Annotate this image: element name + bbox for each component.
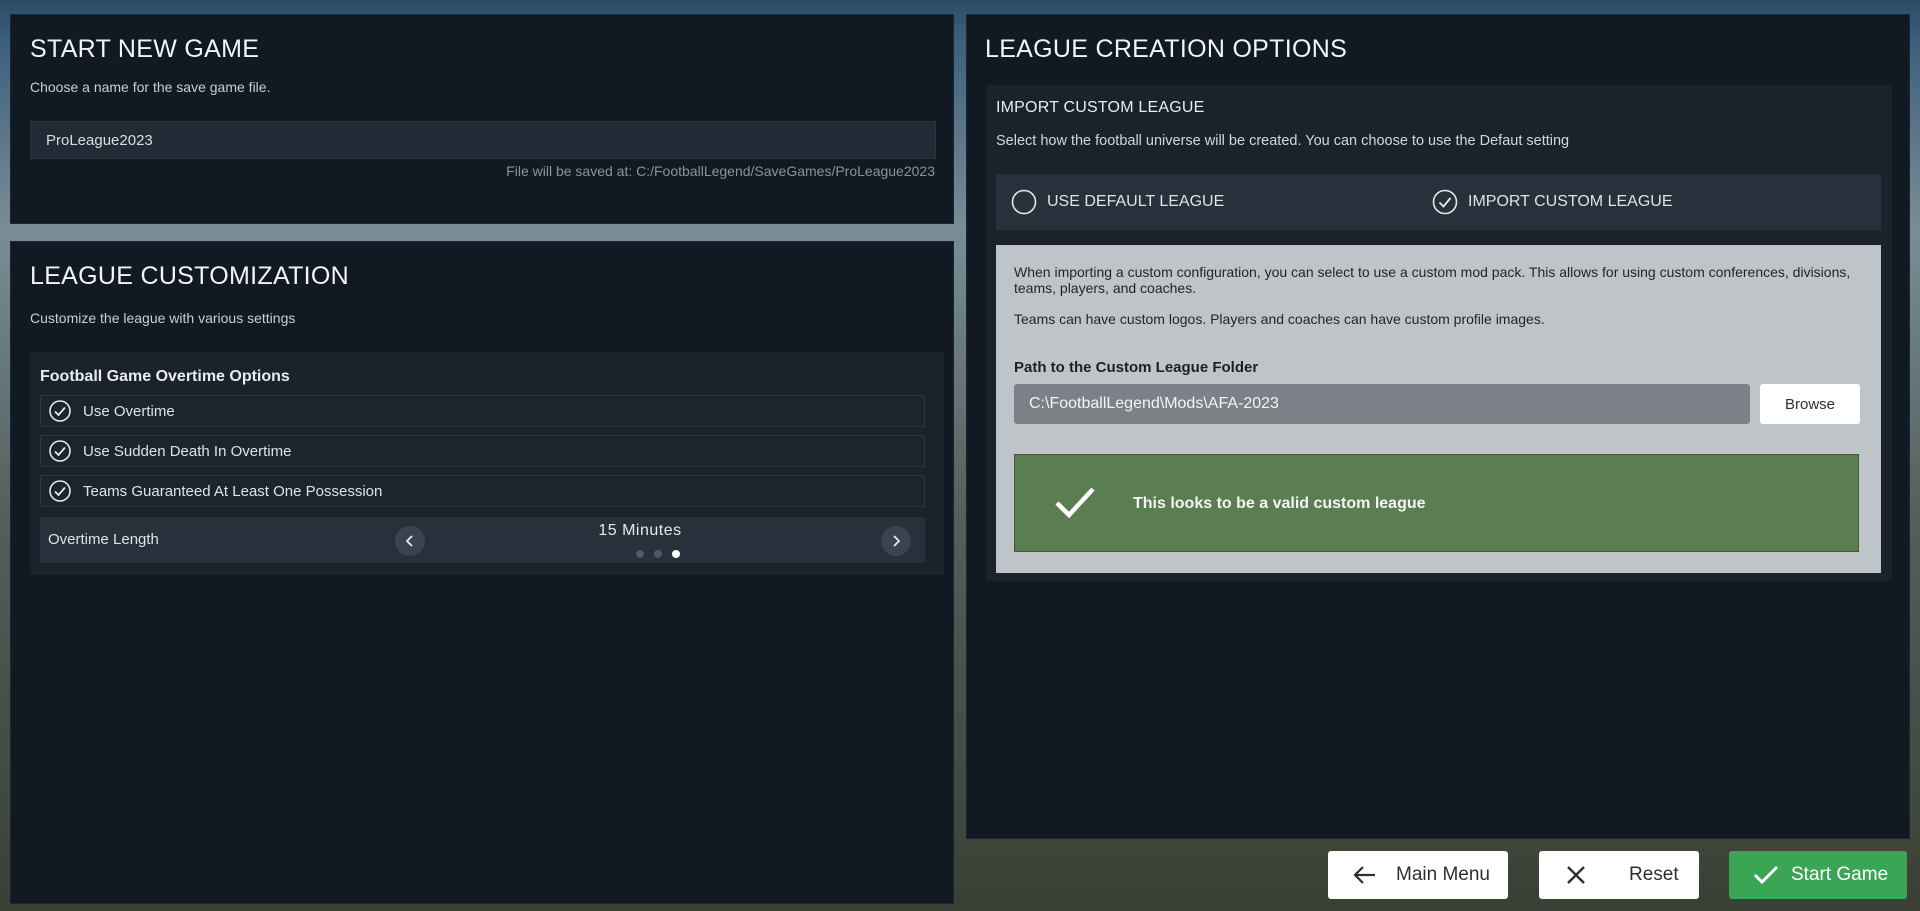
use-default-league-radio[interactable]: USE DEFAULT LEAGUE: [1011, 174, 1224, 230]
league-customization-title: LEAGUE CUSTOMIZATION: [30, 262, 350, 290]
check-circle-icon: [49, 480, 71, 502]
start-new-game-title: START NEW GAME: [30, 35, 260, 63]
reset-button[interactable]: Reset: [1539, 851, 1699, 899]
overtime-length-next-button[interactable]: [881, 526, 911, 556]
chevron-left-icon: [405, 535, 413, 547]
start-new-game-panel: START NEW GAME Choose a name for the sav…: [10, 14, 954, 224]
validation-message: This looks to be a valid custom league: [1133, 495, 1426, 512]
path-label: Path to the Custom League Folder: [1014, 359, 1259, 376]
league-creation-options-title: LEAGUE CREATION OPTIONS: [985, 35, 1348, 63]
arrow-left-icon: [1352, 862, 1378, 888]
league-creation-options-panel: LEAGUE CREATION OPTIONS IMPORT CUSTOM LE…: [966, 14, 1910, 839]
reset-label: Reset: [1629, 864, 1679, 885]
checkmark-icon: [1053, 483, 1097, 528]
overtime-length-value: 15 Minutes: [598, 522, 682, 539]
pager-dot: [654, 550, 662, 558]
custom-league-path-input[interactable]: [1014, 384, 1750, 424]
check-circle-icon: [49, 440, 71, 462]
import-section-title: IMPORT CUSTOM LEAGUE: [996, 99, 1205, 116]
check-circle-icon: [49, 400, 71, 422]
overtime-length-label: Overtime Length: [48, 531, 159, 548]
save-name-input[interactable]: [30, 121, 936, 159]
league-customization-subtitle: Customize the league with various settin…: [30, 310, 296, 326]
radio-label: IMPORT CUSTOM LEAGUE: [1468, 193, 1673, 210]
overtime-options-title: Football Game Overtime Options: [40, 368, 290, 385]
start-new-game-subtitle: Choose a name for the save game file.: [30, 79, 271, 95]
start-game-button[interactable]: Start Game: [1729, 851, 1907, 899]
custom-league-info-1: When importing a custom configuration, y…: [1014, 264, 1851, 296]
radio-checked-icon: [1432, 189, 1458, 215]
option-label: Use Sudden Death In Overtime: [83, 442, 292, 460]
use-overtime-option[interactable]: Use Overtime: [40, 395, 925, 427]
custom-league-box: When importing a custom configuration, y…: [996, 245, 1881, 573]
import-section-description: Select how the football universe will be…: [996, 133, 1570, 149]
overtime-options-box: Football Game Overtime Options Use Overt…: [30, 352, 944, 575]
guaranteed-possession-option[interactable]: Teams Guaranteed At Least One Possession: [40, 475, 925, 507]
option-label: Use Overtime: [83, 402, 175, 420]
use-sudden-death-option[interactable]: Use Sudden Death In Overtime: [40, 435, 925, 467]
main-menu-button[interactable]: Main Menu: [1328, 851, 1508, 899]
pager-dot: [636, 550, 644, 558]
overtime-length-prev-button[interactable]: [395, 526, 425, 556]
browse-button[interactable]: Browse: [1760, 384, 1860, 424]
pager-dot: [672, 550, 680, 558]
import-custom-league-radio[interactable]: IMPORT CUSTOM LEAGUE: [1432, 174, 1672, 230]
validation-message-box: This looks to be a valid custom league: [1014, 454, 1859, 552]
start-game-label: Start Game: [1791, 864, 1889, 885]
checkmark-icon: [1753, 862, 1779, 888]
option-label: Teams Guaranteed At Least One Possession: [83, 482, 383, 500]
league-customization-panel: LEAGUE CUSTOMIZATION Customize the leagu…: [10, 241, 954, 904]
import-custom-league-section: IMPORT CUSTOM LEAGUE Select how the foot…: [986, 85, 1892, 581]
league-choice-row: USE DEFAULT LEAGUE IMPORT CUSTOM LEAGUE: [996, 174, 1881, 230]
main-menu-label: Main Menu: [1396, 864, 1490, 885]
chevron-right-icon: [893, 535, 901, 547]
radio-empty-icon: [1011, 189, 1037, 215]
save-path-text: File will be saved at: C:/FootballLegend…: [506, 163, 935, 179]
close-icon: [1563, 862, 1589, 888]
overtime-length-selector: Overtime Length 15 Minutes: [40, 517, 925, 563]
custom-league-info-2: Teams can have custom logos. Players and…: [1014, 311, 1545, 327]
radio-label: USE DEFAULT LEAGUE: [1047, 193, 1225, 210]
